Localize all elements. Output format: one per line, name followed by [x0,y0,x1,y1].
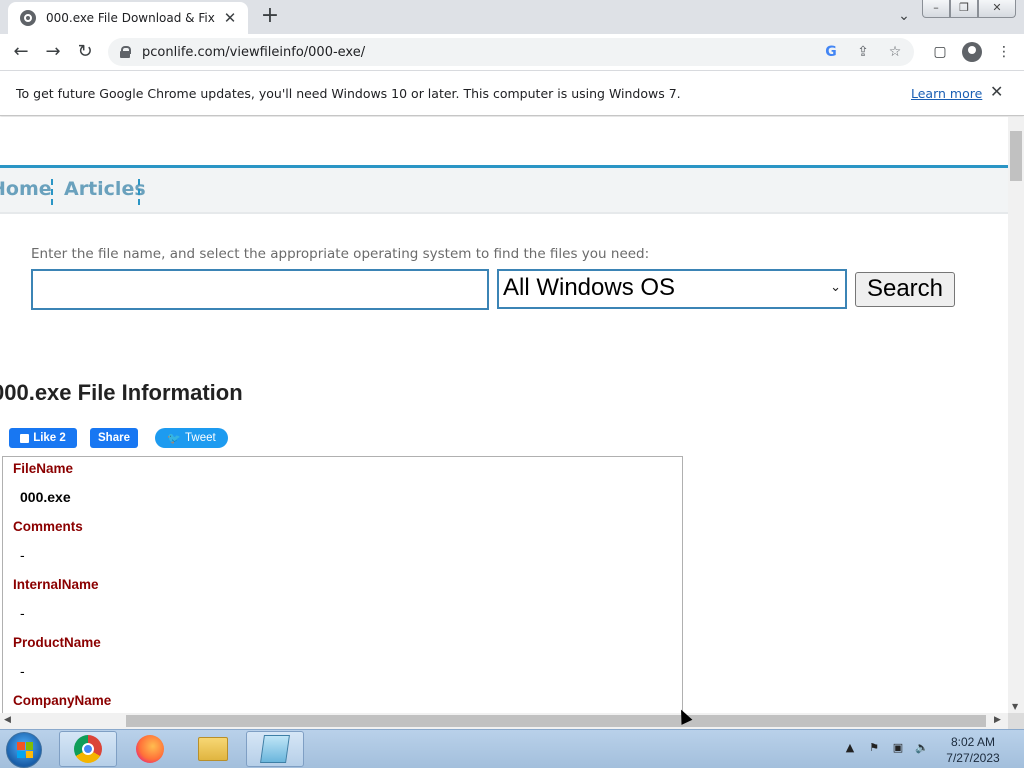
nav-divider [51,179,53,205]
taskbar-explorer[interactable] [184,731,242,767]
taskbar-firefox[interactable] [121,731,179,767]
facebook-share-button[interactable]: Share [90,428,138,448]
close-icon[interactable]: ✕ [222,10,238,26]
vertical-scrollbar[interactable]: ▼ [1008,117,1024,713]
like-label: Like 2 [33,432,66,444]
minimize-button[interactable]: – [922,0,950,18]
tweet-label: Tweet [185,432,216,444]
volume-icon[interactable]: 🔈 [914,740,930,756]
google-icon[interactable]: G [822,42,840,62]
scroll-left-icon[interactable]: ◀ [4,715,11,725]
facebook-like-button[interactable]: Like 2 [9,428,77,448]
field-label-companyname: CompanyName [13,693,112,708]
back-icon[interactable]: ← [10,41,32,63]
plus-icon[interactable]: + [259,5,281,27]
browser-toolbar: ← → ↻ pconlife.com/viewfileinfo/000-exe/… [0,34,1024,71]
notepad-icon [260,735,290,763]
address-bar[interactable]: pconlife.com/viewfileinfo/000-exe/ G ⇪ ☆ [108,38,914,66]
taskbar-chrome[interactable] [59,731,117,767]
field-value-comments: - [20,547,25,563]
tweet-button[interactable]: 🐦 Tweet [155,428,228,448]
page-viewport: Home Articles Enter the file name, and s… [0,117,1008,713]
network-icon[interactable]: ▣ [890,740,906,756]
tray-expand-icon[interactable]: ▲ [842,740,858,756]
reload-icon[interactable]: ↻ [74,41,96,63]
nav-home[interactable]: Home [0,178,52,200]
forward-icon[interactable]: → [42,41,64,63]
scrollbar-corner [1008,713,1024,729]
page-title: 000.exe File Information [0,380,243,405]
horizontal-scroll-thumb[interactable] [126,715,986,727]
field-label-productname: ProductName [13,635,101,650]
lock-icon[interactable] [120,46,131,58]
profile-icon[interactable] [962,42,982,62]
os-select[interactable]: All Windows OS ⌄ [497,269,847,309]
vertical-scroll-thumb[interactable] [1010,131,1022,181]
search-hint: Enter the file name, and select the appr… [31,246,650,262]
field-label-filename: FileName [13,461,74,476]
field-value-filename: 000.exe [20,489,71,505]
field-label-internalname: InternalName [13,577,99,592]
file-info-table: FileName 000.exe Comments - InternalName… [2,456,683,713]
window-controls: – ❐ ✕ [922,0,1016,18]
scroll-down-icon[interactable]: ▼ [1012,702,1018,711]
chrome-icon [74,735,102,763]
chevron-down-icon[interactable]: ⌄ [894,8,914,28]
update-infobar: To get future Google Chrome updates, you… [0,71,1024,116]
firefox-icon [136,735,164,763]
explorer-icon [198,737,228,761]
action-center-icon[interactable]: ⚑ [866,740,882,756]
system-tray: ▲ ⚑ ▣ 🔈 [842,740,930,756]
close-icon[interactable]: ✕ [990,82,1003,101]
menu-icon[interactable]: ⋮ [994,41,1014,63]
horizontal-scrollbar[interactable]: ◀ ▶ [0,713,1008,729]
share-icon[interactable]: ⇪ [854,42,872,62]
system-clock[interactable]: 8:02 AM 7/27/2023 [930,734,1016,766]
windows-start-icon[interactable] [6,732,42,768]
scroll-right-icon[interactable]: ▶ [994,715,1001,725]
window-close-button[interactable]: ✕ [978,0,1016,18]
field-value-internalname: - [20,605,25,621]
infobar-message: To get future Google Chrome updates, you… [16,86,681,101]
clock-time: 8:02 AM [950,735,996,749]
os-selected-value: All Windows OS [503,274,676,301]
windows-taskbar: ▲ ⚑ ▣ 🔈 8:02 AM 7/27/2023 [0,729,1024,768]
nav-divider [138,179,140,205]
taskbar-notepad[interactable] [246,731,304,767]
chevron-down-icon: ⌄ [830,279,841,294]
field-value-productname: - [20,663,25,679]
browser-tab[interactable]: 000.exe File Download & Fix For ✕ [8,2,248,34]
tab-strip: 000.exe File Download & Fix For ✕ + ⌄ – … [0,0,1024,34]
url-text[interactable]: pconlife.com/viewfileinfo/000-exe/ [142,45,365,60]
search-input[interactable] [31,269,489,310]
tab-title: 000.exe File Download & Fix For [46,11,216,25]
twitter-bird-icon: 🐦 [167,432,181,445]
nav-articles[interactable]: Articles [64,178,146,200]
star-icon[interactable]: ☆ [886,42,904,62]
learn-more-link[interactable]: Learn more [911,86,982,101]
sidepanel-icon[interactable]: ▢ [930,41,950,63]
field-label-comments: Comments [13,519,83,534]
clock-date: 7/27/2023 [946,751,1000,765]
search-button[interactable]: Search [855,272,955,307]
restore-button[interactable]: ❐ [950,0,978,18]
globe-icon [20,10,36,26]
thumbs-up-icon [20,433,30,443]
site-nav: Home Articles [0,168,1008,214]
